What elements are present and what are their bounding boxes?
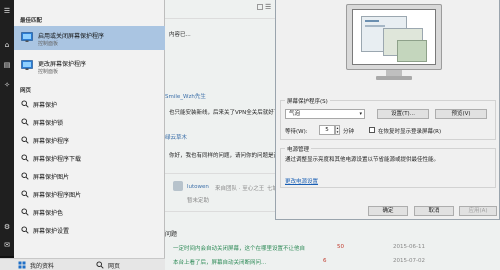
- app-result-title: 启用或关闭屏幕保护程序: [38, 33, 105, 40]
- web-result-label: 屏幕保护设置: [33, 228, 70, 235]
- apply-button[interactable]: 应用(A): [459, 206, 497, 216]
- bg-user-link-2[interactable]: 绿云草木: [165, 133, 187, 141]
- ok-button[interactable]: 确定: [368, 206, 408, 216]
- wait-minutes-input[interactable]: 5: [319, 125, 335, 135]
- search-icon: [21, 226, 29, 234]
- app-result-enable-screensaver[interactable]: 启用或关闭屏幕保护程序 控制面板: [14, 26, 165, 50]
- best-match-heading: 最佳匹配: [20, 18, 43, 24]
- bg-related-question-1[interactable]: 一定时间内会自动关闭屏幕，这个在哪里设置不让他自: [173, 244, 305, 252]
- wait-spinner[interactable]: ▴ ▾: [335, 125, 340, 135]
- start-menu-search-panel: 最佳匹配 启用或关闭屏幕保护程序 控制面板 更改屏幕保护程序 控制面板 网页 屏…: [14, 0, 165, 258]
- home-icon[interactable]: ⌂: [2, 40, 12, 50]
- avatar: [173, 181, 183, 191]
- search-icon: [21, 100, 29, 108]
- resume-logon-checkbox[interactable]: [369, 127, 375, 133]
- cancel-button[interactable]: 取消: [414, 206, 454, 216]
- resume-logon-label: 在恢复时显示登录屏幕(R): [378, 129, 442, 135]
- bg-reply-text-2: 你好，我也有同样的问题，请问你的问题是否: [169, 153, 280, 159]
- preview-screen: [352, 9, 436, 65]
- search-icon: [96, 261, 104, 269]
- search-icon: [21, 208, 29, 216]
- web-result-label: 屏幕保护程序: [33, 138, 70, 145]
- search-scope-bar: 我的资料 网页: [0, 258, 165, 270]
- notebook-icon[interactable]: ▤: [2, 60, 12, 70]
- minutes-label: 分钟: [343, 129, 355, 135]
- web-result[interactable]: 屏幕保护设置: [14, 222, 165, 238]
- web-result[interactable]: 屏幕保护色: [14, 204, 165, 220]
- screensaver-settings-dialog: 屏幕保护程序(S) 气泡 ▾ 设置(T)... 预览(V) 等待(W): 5 ▴…: [275, 0, 500, 220]
- app-result-subtitle: 控制面板: [38, 41, 59, 47]
- my-stuff-filter[interactable]: 我的资料: [30, 261, 54, 270]
- app-result-title: 更改屏幕保护程序: [38, 61, 87, 68]
- lightbulb-icon[interactable]: ✧: [2, 80, 12, 90]
- web-result[interactable]: 屏幕保护锁: [14, 114, 165, 130]
- web-heading: 网页: [20, 88, 32, 94]
- start-menu-sidebar: ☰ ⌂ ▤ ✧ ⚙ ✉: [0, 0, 14, 270]
- app-result-change-screensaver[interactable]: 更改屏幕保护程序 控制面板: [14, 54, 165, 78]
- web-result[interactable]: 屏幕保护程序图片: [14, 186, 165, 202]
- search-icon: [21, 190, 29, 198]
- search-icon: [21, 172, 29, 180]
- web-result-label: 屏幕保护锁: [33, 120, 64, 127]
- control-panel-icon: [21, 32, 33, 42]
- app-result-subtitle: 控制面板: [38, 69, 59, 75]
- screensaver-label: 屏幕保护程序(S): [285, 97, 330, 105]
- power-management-group: 电源管理 通过调整显示亮度和其他电源设置以节省能源或提供最佳性能。 更改电源设置: [280, 145, 496, 188]
- settings-button[interactable]: 设置(T)...: [377, 109, 429, 119]
- menu-icon[interactable]: ☰: [265, 3, 271, 11]
- checkbox-icon[interactable]: [257, 4, 263, 10]
- web-result-label: 屏幕保护色: [33, 210, 64, 217]
- menu-icon[interactable]: ☰: [2, 6, 12, 16]
- web-result-label: 屏幕保护程序图片: [33, 192, 82, 199]
- bg-count-1: 50: [337, 244, 344, 250]
- my-stuff-icon: [18, 261, 26, 269]
- feedback-icon[interactable]: ✉: [2, 240, 12, 250]
- bg-date-2: 2015-07-02: [393, 258, 425, 264]
- search-icon: [21, 118, 29, 126]
- web-result[interactable]: 屏幕保护图片: [14, 168, 165, 184]
- screensaver-select[interactable]: 气泡 ▾: [285, 109, 365, 119]
- bg-meta: 来自团队 · 至心之王: [215, 186, 265, 192]
- bg-status: 暂未定助: [187, 198, 210, 204]
- search-icon: [21, 154, 29, 162]
- bg-user-link[interactable]: Smile_Wzh先生: [165, 92, 206, 100]
- power-group-title: 电源管理: [285, 145, 312, 153]
- web-result-label: 屏幕保护: [33, 102, 58, 109]
- wait-label: 等待(W):: [285, 129, 308, 135]
- bg-text-0: 内容已...: [169, 32, 191, 38]
- bg-author[interactable]: lutowen: [187, 184, 209, 190]
- bg-count-2: 6: [323, 258, 327, 264]
- chevron-down-icon: ▾: [359, 111, 362, 117]
- web-result[interactable]: 屏幕保护: [14, 96, 165, 112]
- monitor-preview: [346, 4, 442, 82]
- search-icon: [21, 136, 29, 144]
- web-result-label: 屏幕保护图片: [33, 174, 70, 181]
- screensaver-select-value: 气泡: [289, 111, 301, 117]
- bg-date-1: 2015-06-11: [393, 244, 425, 250]
- bg-section-title: 问题: [165, 231, 178, 238]
- preview-button[interactable]: 预览(V): [435, 109, 487, 119]
- screensaver-group: 屏幕保护程序(S) 气泡 ▾ 设置(T)... 预览(V) 等待(W): 5 ▴…: [280, 97, 496, 140]
- web-result[interactable]: 屏幕保护程序下载: [14, 150, 165, 166]
- change-power-settings-link[interactable]: 更改电源设置: [285, 177, 318, 185]
- settings-icon[interactable]: ⚙: [2, 222, 12, 232]
- power-description: 通过调整显示亮度和其他电源设置以节省能源或提供最佳性能。: [285, 157, 440, 163]
- bg-reply-text: 也只能安装新线，后来关了VPN全关后就好了: [169, 110, 280, 116]
- web-filter[interactable]: 网页: [108, 261, 120, 270]
- web-result[interactable]: 屏幕保护程序: [14, 132, 165, 148]
- bg-related-question-2[interactable]: 本台上看了后，屏幕自动关闭断网问...: [173, 258, 266, 266]
- web-result-label: 屏幕保护程序下载: [33, 156, 82, 163]
- control-panel-icon: [21, 60, 33, 70]
